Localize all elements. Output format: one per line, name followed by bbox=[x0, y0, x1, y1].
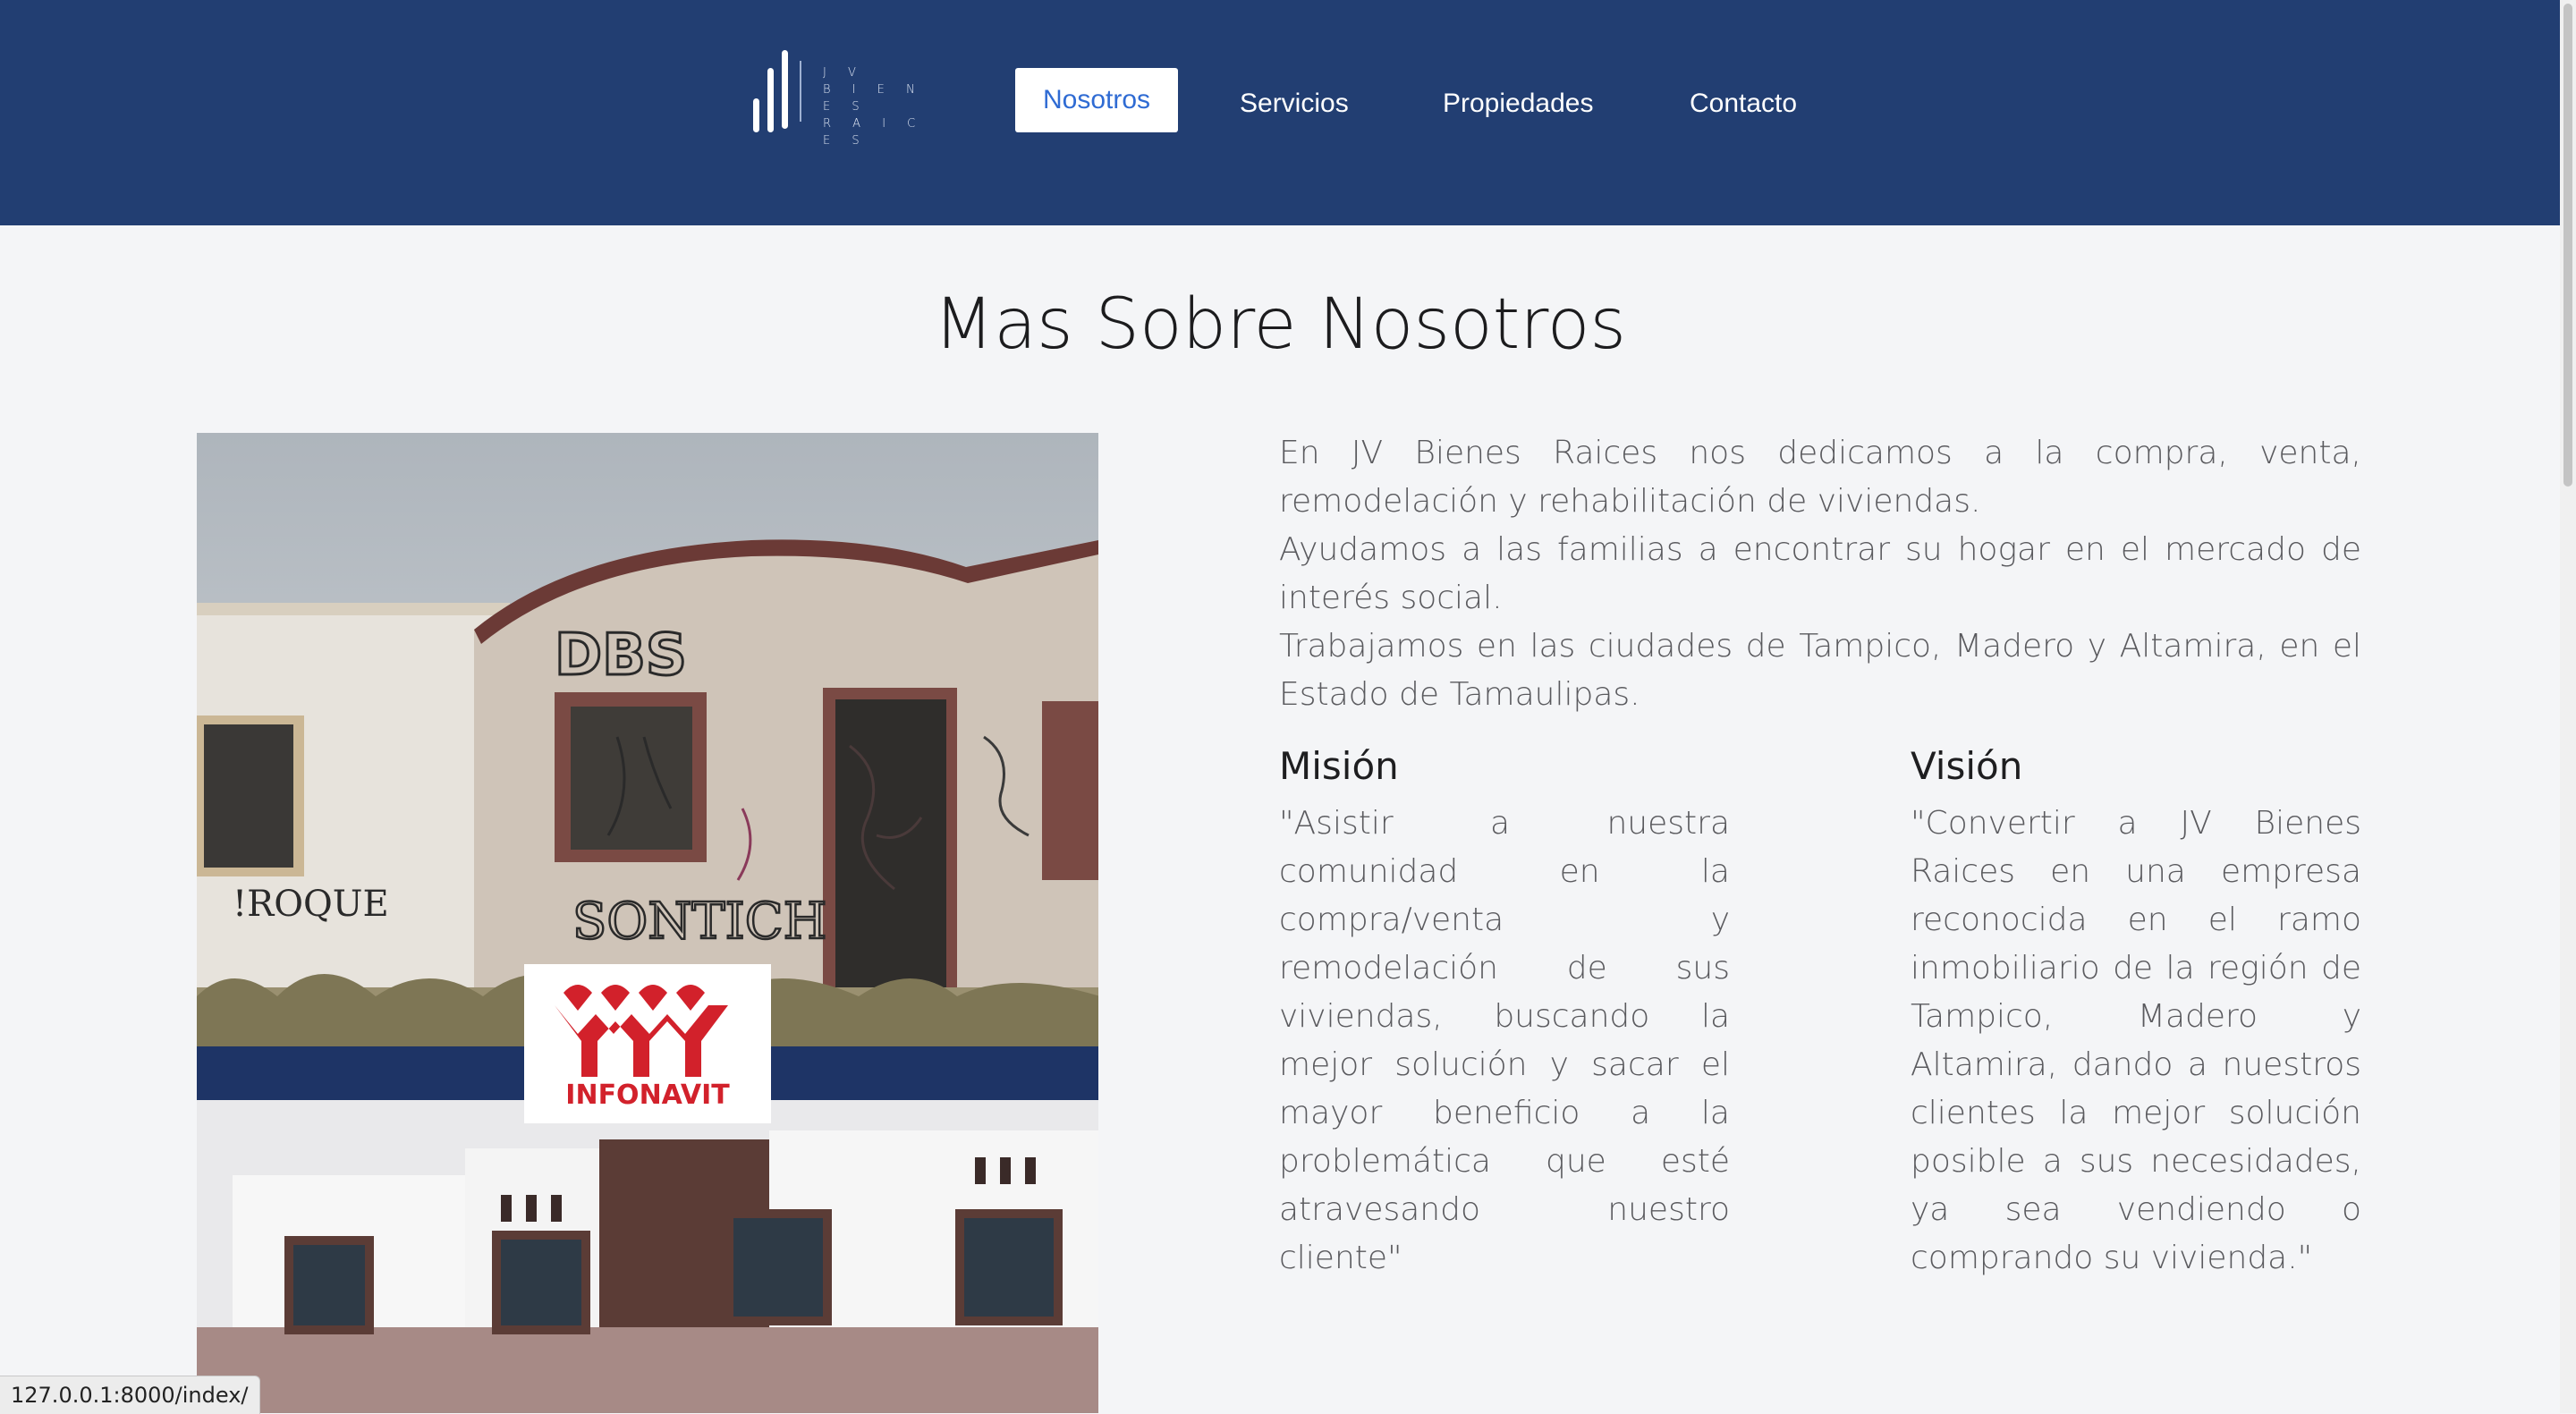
logo-text: J V B I E N E S R A I C E S bbox=[823, 64, 930, 149]
logo-mark-icon bbox=[753, 50, 801, 132]
infonavit-label: INFONAVIT bbox=[565, 1080, 730, 1111]
intro-paragraph-2: Ayudamos a las familias a encontrar su h… bbox=[1279, 531, 2361, 616]
logo-line-2: B I E N E S bbox=[823, 83, 924, 114]
infonavit-logo: INFONAVIT bbox=[524, 964, 771, 1123]
intro-paragraph-1: En JV Bienes Raices nos dedicamos a la c… bbox=[1279, 435, 2361, 520]
nav-contacto[interactable]: Contacto bbox=[1690, 89, 1797, 119]
about-image: DBS !ROQUE SONTICH INFONAVIT bbox=[197, 433, 1098, 1413]
intro-paragraph-3: Trabajamos en las ciudades de Tampico, M… bbox=[1279, 628, 2361, 713]
status-url: 127.0.0.1:8000/index/ bbox=[0, 1376, 260, 1414]
houses-illustration: DBS !ROQUE SONTICH INFONAVIT bbox=[197, 433, 1098, 1413]
site-header: J V B I E N E S R A I C E S Nosotros Ser… bbox=[0, 0, 2560, 225]
graffiti-dbs: DBS bbox=[555, 622, 687, 689]
scrollbar[interactable] bbox=[2560, 0, 2576, 1413]
logo-line-3: R A I C E S bbox=[823, 117, 925, 148]
mision-title: Misión bbox=[1279, 744, 1399, 788]
graffiti-sontich: SONTICH bbox=[572, 893, 826, 951]
vision-title: Visión bbox=[1911, 744, 2023, 788]
intro-text: En JV Bienes Raices nos dedicamos a la c… bbox=[1279, 429, 2361, 719]
vision-text: "Convertir a JV Bienes Raices en una emp… bbox=[1911, 805, 2361, 1276]
nav-nosotros[interactable]: Nosotros bbox=[1015, 68, 1178, 132]
mision-section: Misión "Asistir a nuestra comunidad en l… bbox=[1279, 739, 1730, 1283]
page-title: Mas Sobre Nosotros bbox=[933, 284, 1627, 365]
nav-servicios[interactable]: Servicios bbox=[1240, 89, 1349, 119]
vision-section: Visión "Convertir a JV Bienes Raices en … bbox=[1911, 739, 2361, 1283]
graffiti-roque: !ROQUE bbox=[233, 884, 389, 925]
mision-text: "Asistir a nuestra comunidad en la compr… bbox=[1279, 805, 1730, 1276]
nav-propiedades[interactable]: Propiedades bbox=[1443, 89, 1593, 119]
scrollbar-thumb[interactable] bbox=[2563, 4, 2572, 487]
logo-line-1: J V bbox=[823, 66, 865, 80]
logo[interactable]: J V B I E N E S R A I C E S bbox=[748, 48, 927, 148]
